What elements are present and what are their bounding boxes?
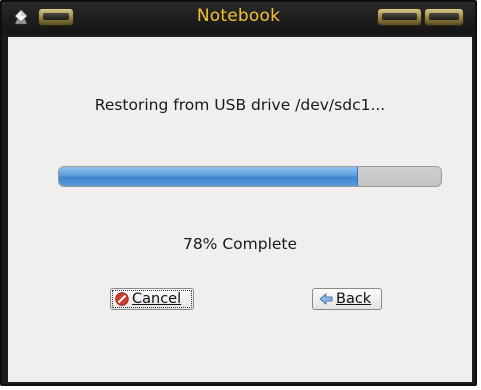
progress-bar-fill [59,167,358,186]
title-bar[interactable]: Notebook [2,2,475,34]
progress-bar [58,166,442,187]
back-button[interactable]: Back [312,288,382,310]
status-message: Restoring from USB drive /dev/sdc1... [94,96,386,114]
cancel-button[interactable]: Cancel [110,288,194,310]
stop-icon [115,292,129,306]
progress-percent-label: 78% Complete [182,235,298,253]
back-arrow-icon [319,292,333,306]
cancel-button-label: Cancel [132,291,182,307]
maximize-button[interactable] [424,8,464,26]
back-button-label: Back [336,291,372,307]
dialog-body: Restoring from USB drive /dev/sdc1... 78… [8,37,472,382]
minimize-button[interactable] [377,8,422,26]
dialog-window: Notebook Restoring from USB drive /dev/s… [0,0,477,386]
